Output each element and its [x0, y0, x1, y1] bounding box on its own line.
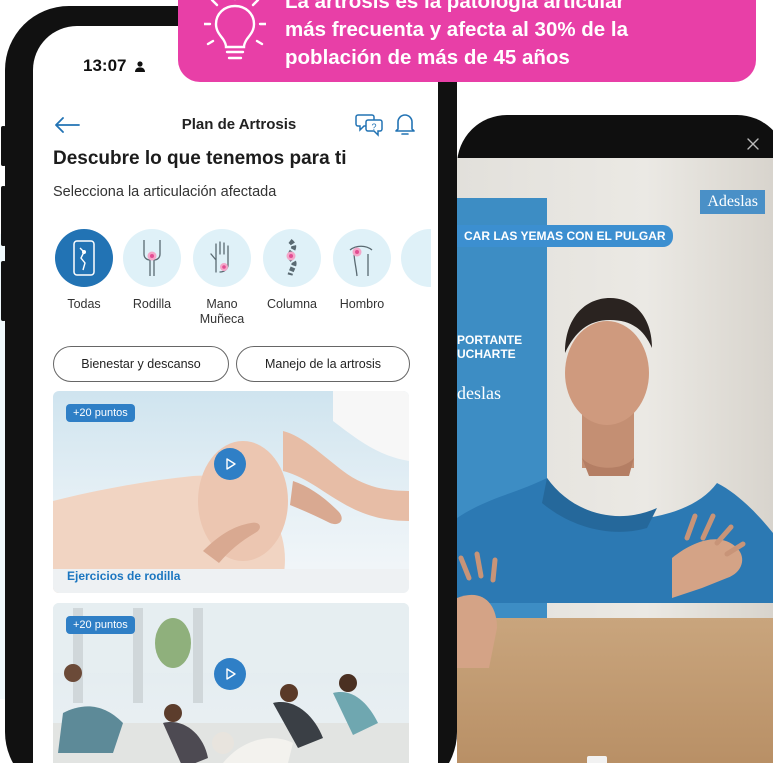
video-player[interactable]: PORTANTE UCHARTE deslas Adeslas CAR LAS …	[457, 158, 773, 763]
joint-label: Hombro	[339, 297, 385, 311]
points-badge: +20 puntos	[66, 404, 135, 422]
joint-selector: Todas Rodilla Mano Muñeca Columna Hombro	[53, 229, 438, 339]
joint-option-more[interactable]	[401, 229, 431, 287]
play-icon	[226, 668, 236, 680]
skeleton-icon	[73, 240, 95, 276]
joint-option-rodilla[interactable]: Rodilla	[121, 229, 183, 312]
joint-label: Rodilla	[132, 297, 172, 311]
section-subheading: Selecciona la articulación afectada	[53, 184, 277, 200]
points-badge: +20 puntos	[66, 616, 135, 634]
close-icon[interactable]	[746, 137, 760, 151]
doctor-figure	[457, 298, 773, 763]
chip-bienestar[interactable]: Bienestar y descanso	[53, 346, 229, 382]
volume-button	[1, 126, 6, 166]
joint-option-mano[interactable]: Mano Muñeca	[191, 229, 253, 327]
joint-label: Todas	[67, 297, 101, 311]
joint-label: Mano Muñeca	[199, 297, 245, 326]
spine-icon	[286, 239, 297, 276]
joint-option-columna[interactable]: Columna	[261, 229, 323, 312]
callout-text: La artrosis es la patología articular má…	[285, 0, 628, 69]
volume-button	[1, 261, 6, 321]
left-phone: 13:07 Plan de Artrosis ? Descubre lo que…	[1, 6, 457, 763]
hand-icon	[210, 241, 229, 273]
lightbulb-icon	[204, 0, 266, 60]
play-button[interactable]	[214, 658, 246, 690]
shoulder-icon	[349, 245, 373, 277]
section-heading: Descubre lo que tenemos para ti	[53, 148, 347, 169]
video-card[interactable]: +20 puntos Ejercicios de rodilla	[53, 391, 409, 593]
play-icon	[226, 458, 236, 470]
video-card[interactable]: +20 puntos	[53, 603, 409, 763]
joint-label: Columna	[266, 297, 318, 311]
status-time: 13:07	[83, 56, 146, 76]
volume-button	[1, 186, 6, 246]
chat-icon[interactable]: ?	[355, 111, 383, 137]
app-screen: 13:07 Plan de Artrosis ? Descubre lo que…	[33, 26, 438, 763]
knee-icon	[143, 240, 161, 276]
joint-option-hombro[interactable]: Hombro	[331, 229, 393, 312]
bell-icon[interactable]	[393, 111, 417, 137]
card-title: Ejercicios de rodilla	[67, 569, 181, 583]
play-button[interactable]	[214, 448, 246, 480]
right-phone: PORTANTE UCHARTE deslas Adeslas CAR LAS …	[457, 115, 773, 763]
info-callout: La artrosis es la patología articular má…	[178, 0, 756, 82]
svg-text:?: ?	[371, 122, 376, 132]
person-icon	[135, 61, 146, 72]
chip-manejo[interactable]: Manejo de la artrosis	[236, 346, 410, 382]
top-bar: Plan de Artrosis ?	[53, 111, 425, 141]
joint-option-todas[interactable]: Todas	[53, 229, 115, 312]
